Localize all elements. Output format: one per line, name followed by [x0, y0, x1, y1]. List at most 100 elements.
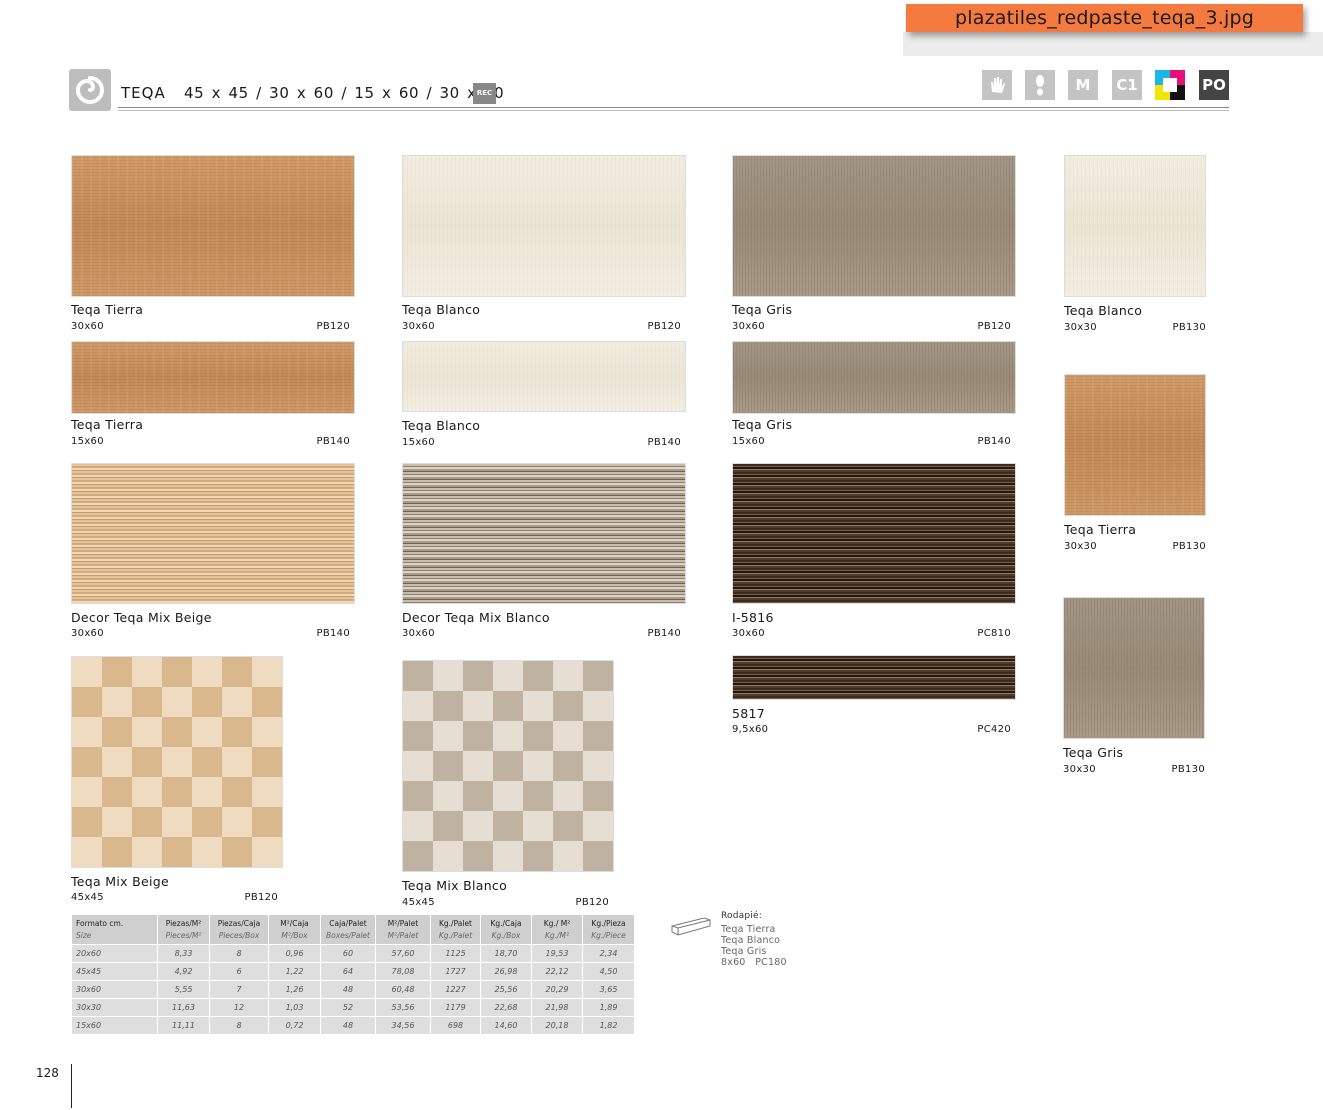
product-code: PB120	[575, 897, 609, 908]
table-row: 30x30 11,63 12 1,03 52 53,56 1179 22,68 21,98 1,8…	[71, 998, 635, 1017]
product-code: PB130	[1171, 764, 1205, 775]
table-row: 20x60 8,33 8 0,96 60 57,60 1125 18,70 19,53 2,34	[71, 944, 635, 963]
table-cell: 19,53	[531, 944, 583, 963]
column-header: Formato cm. Size	[71, 914, 158, 945]
table-cell: 20x60	[71, 944, 158, 963]
skirting-icon	[670, 916, 712, 942]
product-code: PB140	[316, 436, 350, 447]
product-size: 30x60	[71, 628, 104, 639]
m-icon: M	[1068, 70, 1098, 100]
table-cell: 21,98	[531, 998, 583, 1017]
table-cell: 60,48	[375, 980, 431, 999]
product-title: Teqa Mix Blanco	[402, 878, 508, 893]
table-cell: 4,92	[157, 962, 210, 981]
table-cell: 14,60	[480, 1016, 532, 1035]
product-size: 30x60	[71, 321, 104, 332]
table-cell: 1227	[430, 980, 481, 999]
table-cell: 8	[209, 944, 269, 963]
tile-image-5817	[732, 655, 1016, 700]
rodapie-info: Rodapié: Teqa Tierra Teqa Blanco Teqa Gr…	[721, 911, 787, 968]
column-header: Kg./ M² Kg./M²	[531, 914, 583, 945]
table-cell: 3,65	[582, 980, 635, 999]
table-cell: 48	[320, 980, 376, 999]
table-cell: 30x30	[71, 998, 158, 1017]
tile-image-decor-teqa-mix-beige	[71, 463, 355, 604]
table-cell: 0,96	[268, 944, 321, 963]
header-divider	[118, 107, 1229, 111]
tile-image-teqa-tierra-30x60	[71, 155, 355, 297]
table-cell: 22,68	[480, 998, 532, 1017]
tile-image-teqa-tierra-15x60	[71, 341, 355, 414]
tile-image-teqa-mix-blanco	[402, 660, 614, 872]
series-formats: 45 x 45 / 30 x 60 / 15 x 60 / 30 x 30	[184, 84, 505, 102]
product-size: 30x30	[1064, 322, 1097, 333]
product-title: Teqa Gris	[1063, 745, 1124, 760]
table-cell: 1,26	[268, 980, 321, 999]
tile-image-teqa-gris-30x60	[732, 155, 1016, 297]
hand-icon	[982, 70, 1012, 100]
table-cell: 1179	[430, 998, 481, 1017]
product-code: PB120	[316, 321, 350, 332]
product-size: 15x60	[732, 436, 765, 447]
table-cell: 53,56	[375, 998, 431, 1017]
tile-image-teqa-gris-30x30	[1063, 597, 1205, 739]
table-cell: 1,89	[582, 998, 635, 1017]
rodapie-item: Teqa Blanco	[721, 935, 781, 946]
spiral-logo-icon	[69, 69, 111, 111]
product-size: 45x45	[402, 897, 435, 908]
table-cell: 52	[320, 998, 376, 1017]
column-header: Kg./Pieza Kg./Piece	[582, 914, 635, 945]
product-title: Teqa Gris	[732, 302, 793, 317]
column-header: Caja/Palet Boxes/Palet	[320, 914, 376, 945]
product-code: PB120	[977, 321, 1011, 332]
table-cell: 1727	[430, 962, 481, 981]
table-cell: 30x60	[71, 980, 158, 999]
rodapie-heading: Rodapié:	[721, 911, 762, 921]
product-title: Teqa Tierra	[71, 302, 144, 317]
c1-icon: C1	[1112, 70, 1142, 100]
product-size: 45x45	[71, 892, 104, 903]
product-title: Decor Teqa Mix Beige	[71, 610, 212, 625]
rodapie-item: Teqa Tierra	[721, 924, 776, 935]
tile-image-teqa-blanco-30x60	[402, 155, 686, 297]
foot-icon	[1025, 70, 1055, 100]
table-cell: 48	[320, 1016, 376, 1035]
color-range-icon	[1155, 70, 1185, 100]
product-title: Teqa Tierra	[71, 417, 144, 432]
product-code: PB120	[244, 892, 278, 903]
product-title: Teqa Gris	[732, 417, 793, 432]
table-cell: 20,29	[531, 980, 583, 999]
table-cell: 5,55	[157, 980, 210, 999]
product-code: PB140	[316, 628, 350, 639]
product-title: Teqa Mix Beige	[71, 874, 169, 889]
table-cell: 22,12	[531, 962, 583, 981]
table-cell: 4,50	[582, 962, 635, 981]
table-cell: 8,33	[157, 944, 210, 963]
tile-image-teqa-mix-beige	[71, 656, 283, 868]
product-size: 9,5x60	[732, 724, 769, 735]
column-header: Piezas/M² Pieces/M²	[157, 914, 210, 945]
product-code: PB130	[1172, 541, 1206, 552]
table-cell: 1,22	[268, 962, 321, 981]
table-cell: 57,60	[375, 944, 431, 963]
product-size: 30x60	[402, 628, 435, 639]
table-row: 45x45 4,92 6 1,22 64 78,08 1727 26,98 22,12 4,50	[71, 962, 635, 981]
table-cell: 64	[320, 962, 376, 981]
product-title: I-5816	[732, 610, 774, 625]
packing-spec-table: Formato cm. Size Piezas/M² Pieces/M² Pieza…	[71, 914, 635, 1035]
page-number-rule	[71, 1064, 72, 1108]
rodapie-item: Teqa Gris	[721, 946, 767, 957]
column-header: M²/Palet M²/Palet	[375, 914, 431, 945]
product-size: 30x60	[732, 628, 765, 639]
table-cell: 26,98	[480, 962, 532, 981]
table-cell: 1,03	[268, 998, 321, 1017]
table-cell: 18,70	[480, 944, 532, 963]
table-cell: 7	[209, 980, 269, 999]
column-header: Kg./Caja Kg./Box	[480, 914, 532, 945]
table-cell: 2,34	[582, 944, 635, 963]
product-size: 30x30	[1063, 764, 1096, 775]
product-code: PB140	[647, 437, 681, 448]
table-row: 30x60 5,55 7 1,26 48 60,48 1227 25,56 20,29 3,65	[71, 980, 635, 999]
column-header: Piezas/Caja Pieces/Box	[209, 914, 269, 945]
table-cell: 15x60	[71, 1016, 158, 1035]
